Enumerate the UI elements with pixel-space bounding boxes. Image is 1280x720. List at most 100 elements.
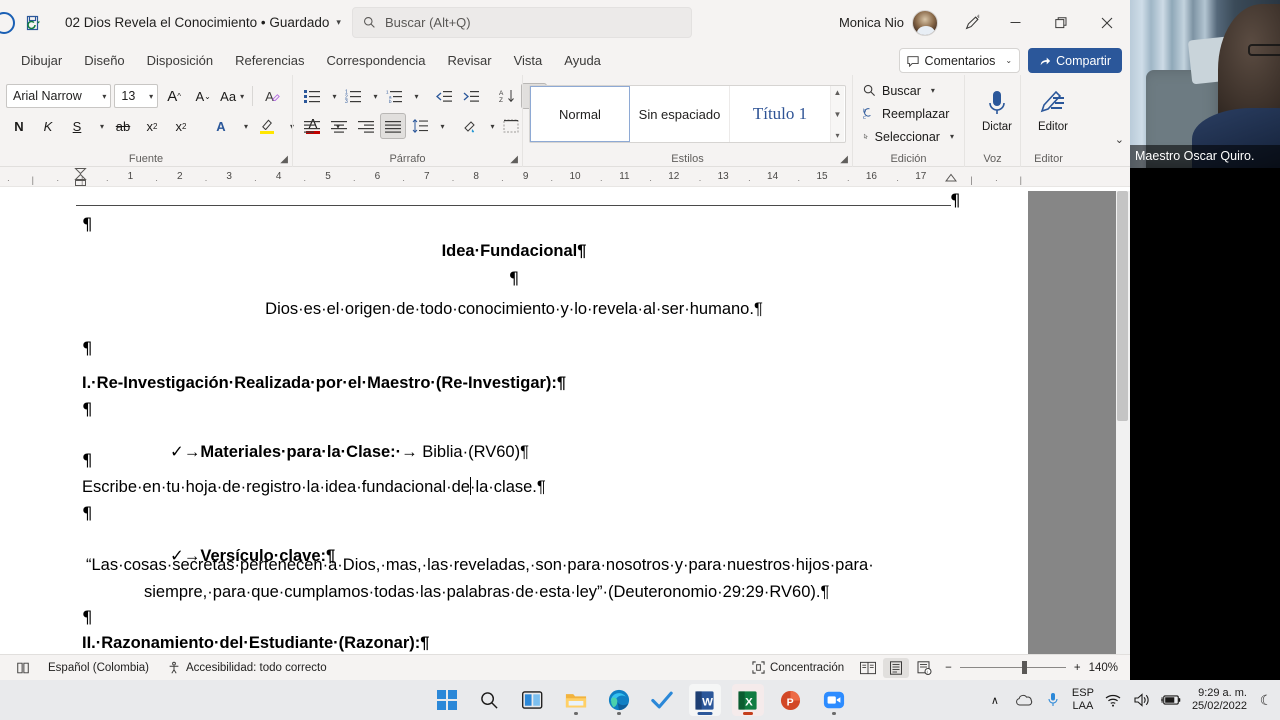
- line-spacing-button[interactable]: [407, 113, 433, 139]
- underline-caret[interactable]: ▾: [93, 113, 107, 139]
- underline-button[interactable]: S: [64, 113, 90, 139]
- minimize-button[interactable]: [992, 0, 1038, 45]
- language-indicator[interactable]: ESP LAA: [1072, 687, 1094, 712]
- select-button[interactable]: Seleccionar ▾: [859, 125, 958, 148]
- find-caret-icon[interactable]: ▾: [931, 86, 935, 95]
- tab-ayuda[interactable]: Ayuda: [553, 50, 612, 71]
- sort-button[interactable]: A Z: [494, 83, 520, 109]
- task-view-button[interactable]: [517, 684, 549, 716]
- doc-bullet-materiales[interactable]: ✓→Materiales·para·la·Clase:·→ Biblia·(RV…: [115, 427, 529, 477]
- tab-disposicion[interactable]: Disposición: [136, 50, 224, 71]
- superscript-button[interactable]: x2: [168, 113, 194, 139]
- print-layout-button[interactable]: [883, 657, 910, 678]
- fuente-dialog-launcher[interactable]: ◢: [280, 154, 288, 165]
- microsoft-edge-button[interactable]: [603, 684, 635, 716]
- dictate-button[interactable]: Dictar: [971, 85, 1023, 133]
- zoom-slider[interactable]: − +: [945, 661, 1081, 674]
- tab-vista[interactable]: Vista: [503, 50, 554, 71]
- editor-button[interactable]: Editor: [1027, 85, 1079, 133]
- indent-markers[interactable]: [74, 167, 87, 186]
- text-effects-caret[interactable]: ▾: [237, 113, 251, 139]
- web-layout-button[interactable]: i: [911, 658, 937, 678]
- language-status[interactable]: Español (Colombia): [39, 657, 158, 679]
- video-feed[interactable]: Maestro Oscar Quiro.: [1130, 0, 1280, 168]
- pen-ink-icon[interactable]: [952, 0, 992, 45]
- doc-heading-idea-fundacional[interactable]: Idea·Fundacional¶: [0, 243, 1028, 260]
- highlight-button[interactable]: [254, 113, 280, 139]
- wifi-icon[interactable]: [1103, 688, 1123, 712]
- zoom-out-button[interactable]: −: [945, 662, 952, 674]
- tab-referencias[interactable]: Referencias: [224, 50, 315, 71]
- align-left-button[interactable]: [299, 113, 325, 139]
- gallery-scroll-up-icon[interactable]: ▲: [834, 88, 842, 97]
- numbered-list-caret[interactable]: ▾: [367, 83, 380, 109]
- find-button[interactable]: Buscar ▾: [859, 79, 958, 102]
- tab-dibujar[interactable]: Dibujar: [10, 50, 73, 71]
- shrink-font-button[interactable]: A ⌄: [190, 83, 216, 109]
- microsoft-excel-button[interactable]: X: [731, 684, 764, 716]
- accessibility-status[interactable]: Accesibilidad: todo correcto: [158, 657, 336, 679]
- align-center-button[interactable]: [326, 113, 352, 139]
- doc-quote-line-2[interactable]: siempre,·para·que·cumplamos·todas·las·pa…: [144, 584, 829, 601]
- multilevel-list-button[interactable]: 1 a b: [381, 83, 407, 109]
- doc-line-idea-text[interactable]: Dios·es·el·origen·de·todo·conocimiento·y…: [0, 301, 1028, 318]
- close-button[interactable]: [1084, 0, 1130, 45]
- zoom-meetings-button[interactable]: [818, 684, 850, 716]
- battery-charging-icon[interactable]: [1160, 688, 1181, 712]
- clock[interactable]: 9:29 a. m. 25/02/2022: [1192, 687, 1247, 713]
- read-mode-button[interactable]: [855, 658, 881, 678]
- notifications-moon-icon[interactable]: ☾: [1256, 688, 1276, 712]
- search-box[interactable]: Buscar (Alt+Q): [352, 7, 692, 38]
- borders-button[interactable]: [498, 113, 524, 139]
- replace-button[interactable]: b c Reemplazar: [859, 102, 958, 125]
- horizontal-ruler[interactable]: · | · | · 1 · 2 · 3 · 4 · 5 · 6 · 7 · 8 · 9 · 10 · 11 · 12 · 13 · 14 · 15…: [0, 167, 1130, 187]
- align-right-button[interactable]: [353, 113, 379, 139]
- doc-quote-line-1[interactable]: “Las·cosas·secretas·pertenecen·a·Dios,·m…: [86, 557, 874, 574]
- select-caret-icon[interactable]: ▾: [950, 132, 954, 141]
- font-size-combo[interactable]: 13 ▾: [114, 84, 159, 108]
- tab-diseno[interactable]: Diseño: [73, 50, 135, 71]
- decrease-indent-button[interactable]: [431, 83, 457, 109]
- numbered-list-button[interactable]: 1 2 3: [340, 83, 366, 109]
- clear-formatting-button[interactable]: A: [260, 83, 286, 109]
- document-canvas[interactable]: ¶ ¶ Idea·Fundacional¶ ¶ Dios·es·el·orige…: [0, 191, 1130, 654]
- microphone-icon[interactable]: [1043, 688, 1063, 712]
- change-case-button[interactable]: Aa ▾: [219, 83, 245, 109]
- subscript-button[interactable]: x2: [139, 113, 165, 139]
- tray-expand-chevron-icon[interactable]: ∧: [985, 688, 1005, 712]
- bold-button[interactable]: N: [6, 113, 32, 139]
- microsoft-todo-button[interactable]: [646, 684, 678, 716]
- parrafo-dialog-launcher[interactable]: ◢: [510, 154, 518, 165]
- start-button[interactable]: [431, 684, 463, 716]
- bullet-list-caret[interactable]: ▾: [326, 83, 339, 109]
- doc-line-escribe[interactable]: Escribe·en·tu·hoja·de·registro·la·idea·f…: [82, 479, 546, 496]
- gallery-scroll-down-icon[interactable]: ▼: [834, 110, 842, 119]
- doc-heading-section-1[interactable]: I.·Re-Investigación·Realizada·por·el·Mae…: [82, 375, 566, 392]
- gallery-more-icon[interactable]: ▾: [835, 131, 839, 140]
- file-explorer-button[interactable]: [560, 684, 592, 716]
- doc-heading-section-2[interactable]: II.·Razonamiento·del·Estudiante·(Razonar…: [82, 635, 429, 652]
- collapse-ribbon-button[interactable]: ⌄: [1115, 133, 1124, 146]
- video-panel[interactable]: Maestro Oscar Quiro.: [1130, 0, 1280, 680]
- zoom-level-label[interactable]: 140%: [1089, 662, 1124, 674]
- scrollbar-thumb[interactable]: [1117, 191, 1128, 421]
- onedrive-icon[interactable]: [1014, 688, 1034, 712]
- maximize-restore-button[interactable]: [1038, 0, 1084, 45]
- search-taskbar-button[interactable]: [474, 684, 506, 716]
- style-sin-espaciado[interactable]: Sin espaciado: [630, 86, 730, 142]
- zoom-track[interactable]: [959, 661, 1066, 674]
- text-effects-button[interactable]: A: [208, 113, 234, 139]
- styles-gallery-scroll[interactable]: ▲ ▼ ▾: [830, 86, 844, 142]
- account-name[interactable]: Monica Nio: [839, 15, 904, 30]
- multilevel-list-caret[interactable]: ▾: [408, 83, 421, 109]
- style-titulo-1[interactable]: Título 1: [730, 86, 830, 142]
- volume-icon[interactable]: [1132, 688, 1152, 712]
- vertical-scrollbar[interactable]: [1116, 191, 1130, 654]
- microsoft-word-button[interactable]: W: [688, 684, 721, 716]
- increase-indent-button[interactable]: [458, 83, 484, 109]
- line-spacing-caret[interactable]: ▾: [434, 113, 447, 139]
- microsoft-powerpoint-button[interactable]: P: [775, 684, 807, 716]
- estilos-dialog-launcher[interactable]: ◢: [840, 154, 848, 165]
- style-normal[interactable]: Normal: [530, 86, 630, 142]
- grow-font-button[interactable]: A ^: [161, 83, 187, 109]
